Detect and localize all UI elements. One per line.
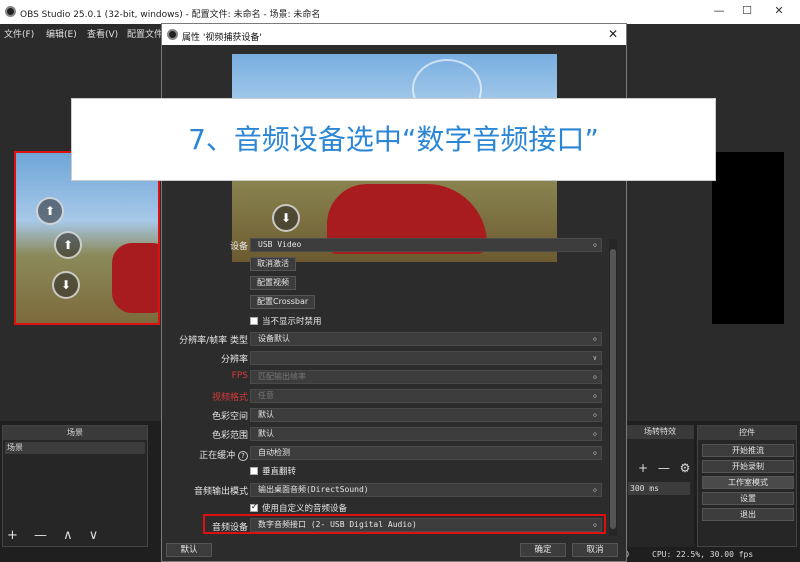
obs-logo-icon [167, 29, 178, 40]
exit-button[interactable]: 退出 [702, 508, 794, 521]
scene-list-item[interactable]: 场景 [5, 442, 145, 454]
highlight-box [203, 514, 606, 534]
help-icon[interactable]: ? [238, 451, 248, 461]
cpu-fps-status: CPU: 22.5%, 30.00 fps [652, 550, 754, 559]
start-recording-button[interactable]: 开始录制 [702, 460, 794, 473]
color-range-select[interactable]: 默认 ◇ [250, 427, 602, 441]
scene-tools[interactable]: + — ∧ ∨ [7, 528, 104, 543]
color-range-label: 色彩范围 [211, 431, 248, 441]
checkbox-box [250, 317, 258, 325]
resolution-label: 分辨率 [220, 355, 248, 365]
defaults-button[interactable]: 默认 [166, 543, 212, 557]
duration-spinbox[interactable]: 300 ms [628, 482, 690, 495]
menu-file[interactable]: 文件(F) [4, 27, 34, 40]
transitions-dock: 场转特效 + — ⚙ 300 ms [626, 425, 694, 547]
menu-view[interactable]: 查看(V) [87, 27, 118, 40]
transitions-dock-title: 场转特效 [626, 425, 694, 439]
down-arrow-icon: ⬇ [52, 271, 80, 299]
checkbox-box [250, 467, 258, 475]
menu-profile[interactable]: 配置文件 [127, 27, 163, 40]
scenes-dock: 场景 场景 + — ∧ ∨ [2, 425, 148, 547]
obs-title-bar: OBS Studio 25.0.1 (32-bit, windows) - 配置… [0, 0, 800, 24]
fps-select[interactable]: 匹配输出帧率 ◇ [250, 370, 602, 384]
dialog-title-bar: 属性 '视频捕获设备' ✕ [162, 24, 626, 45]
start-streaming-button[interactable]: 开始推流 [702, 444, 794, 457]
video-format-select[interactable]: 任意 ◇ [250, 389, 602, 403]
controls-dock-title: 控件 [698, 426, 796, 440]
scrollbar-thumb[interactable] [610, 249, 616, 529]
dialog-title: 属性 '视频捕获设备' [182, 33, 262, 43]
res-type-select[interactable]: 设备默认 ◇ [250, 332, 602, 346]
car-shape [112, 243, 158, 313]
instruction-banner: 7、音频设备选中“数字音频接口” [71, 98, 716, 181]
buffering-select[interactable]: 自动检测 ◇ [250, 446, 602, 460]
deactivate-button[interactable]: 取消激活 [250, 257, 296, 271]
up-arrow-icon: ⬆ [54, 231, 82, 259]
settings-button[interactable]: 设置 [702, 492, 794, 505]
obs-logo-icon [5, 6, 16, 17]
dialog-close-button[interactable]: ✕ [608, 27, 618, 41]
status-bar: 0 CPU: 22.5%, 30.00 fps [620, 548, 800, 562]
jump-icon: ⬆ [36, 197, 64, 225]
controls-dock: 控件 开始推流 开始录制 工作室模式 设置 退出 [697, 425, 797, 547]
color-space-select[interactable]: 默认 ◇ [250, 408, 602, 422]
color-space-label: 色彩空间 [211, 412, 248, 422]
scenes-dock-title: 场景 [3, 426, 147, 440]
configure-video-button[interactable]: 配置视频 [250, 276, 296, 290]
down-arrow-icon: ⬇ [272, 204, 300, 232]
deactivate-when-hidden-checkbox[interactable]: 当不显示时禁用 [250, 315, 322, 327]
audio-output-label: 音频输出模式 [193, 487, 248, 497]
ok-button[interactable]: 确定 [520, 543, 566, 557]
cancel-button[interactable]: 取消 [572, 543, 618, 557]
configure-crossbar-button[interactable]: 配置Crossbar [250, 295, 316, 309]
window-title: OBS Studio 25.0.1 (32-bit, windows) - 配置… [20, 10, 321, 20]
maximize-button[interactable]: ☐ [732, 4, 762, 20]
resolution-select[interactable]: ∨ [250, 351, 602, 365]
preview-black-area [712, 152, 784, 324]
close-window-button[interactable]: ✕ [764, 4, 794, 20]
transition-tools[interactable]: + — ⚙ [638, 461, 693, 475]
checkbox-box-checked [250, 502, 258, 512]
minimize-button[interactable]: — [704, 4, 734, 20]
dialog-scrollbar[interactable] [609, 239, 617, 536]
device-select[interactable]: USB Video ◇ [250, 238, 602, 252]
flip-vertical-checkbox[interactable]: 垂直翻转 [250, 465, 296, 477]
buffering-label: 正在缓冲 ? [162, 448, 248, 461]
fps-label: FPS [231, 371, 248, 381]
res-type-label: 分辨率/帧率 类型 [179, 336, 248, 346]
video-format-label: 视频格式 [211, 393, 248, 403]
audio-output-select[interactable]: 输出桌面音频(DirectSound) ◇ [250, 483, 602, 497]
menu-edit[interactable]: 编辑(E) [46, 27, 77, 40]
studio-mode-button[interactable]: 工作室模式 [702, 476, 794, 489]
custom-audio-checkbox[interactable]: 使用自定义的音频设备 [250, 502, 347, 514]
device-label: 设备 [229, 242, 248, 252]
